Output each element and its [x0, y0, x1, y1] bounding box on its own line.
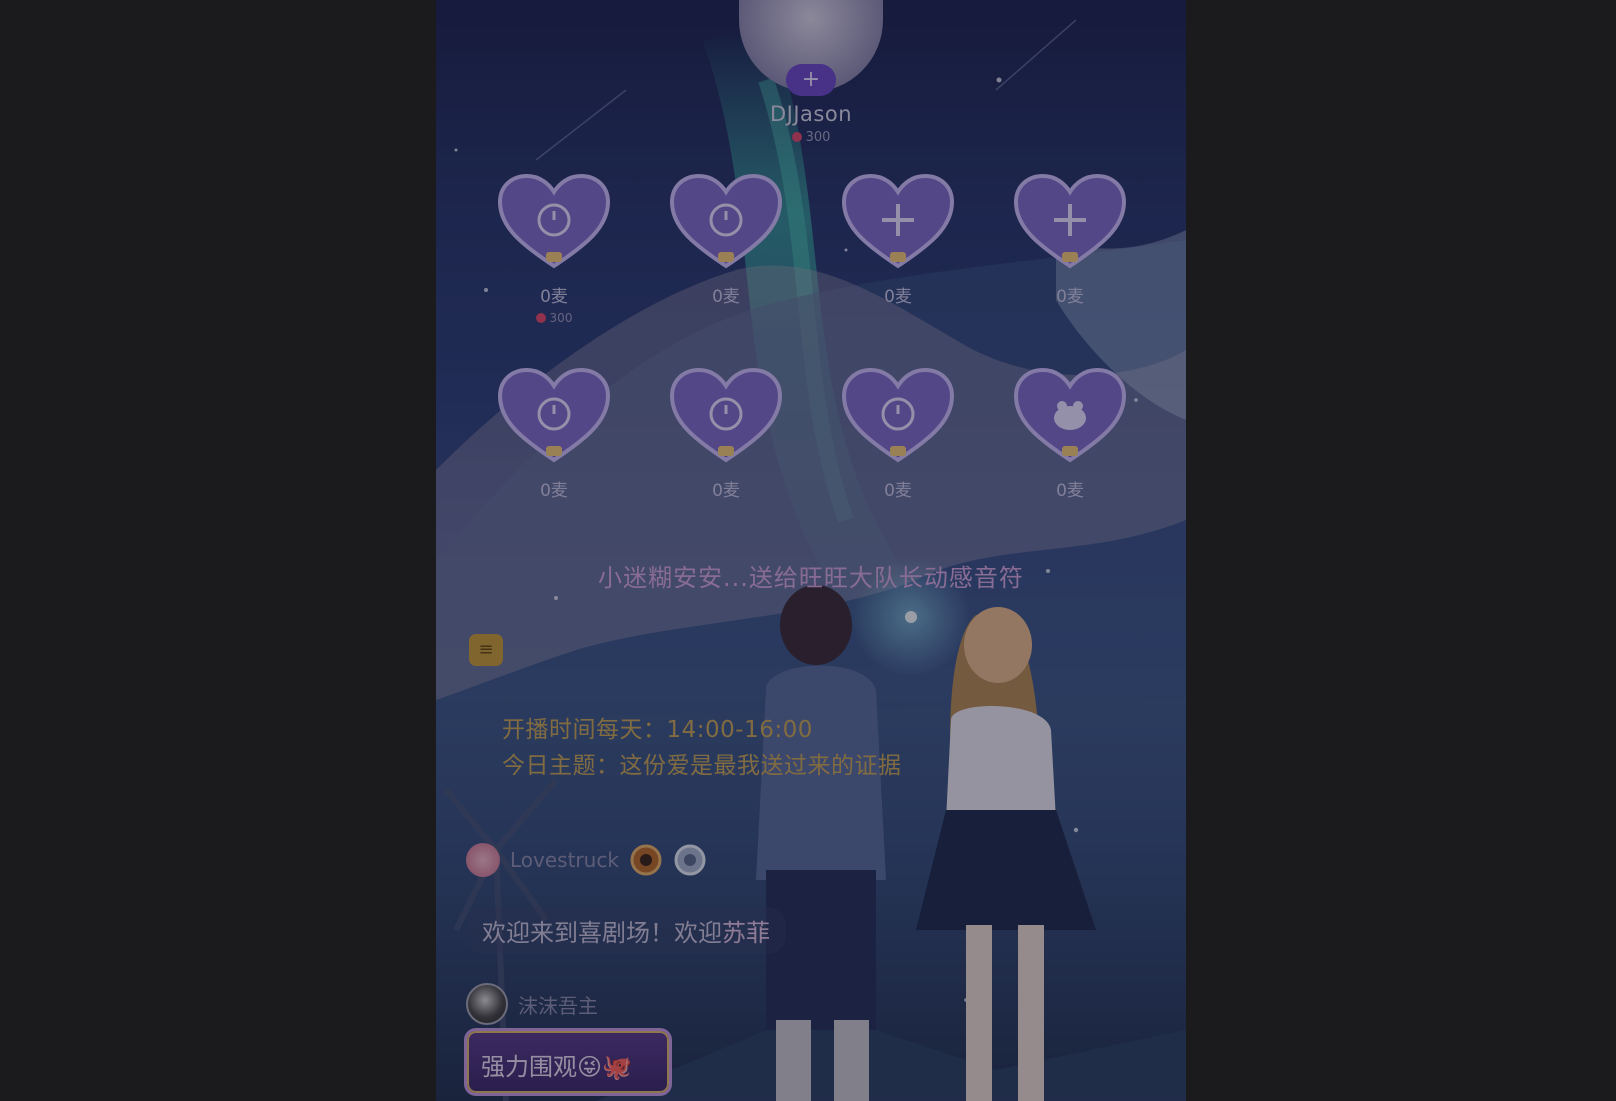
- chat-user-row[interactable]: 沫沫吾主: [466, 983, 598, 1025]
- seat-label: 0麦: [712, 481, 740, 501]
- avatar[interactable]: [466, 983, 508, 1025]
- follow-plus-button[interactable]: +: [786, 64, 836, 96]
- welcome-message: 欢迎来到喜剧场！欢迎苏菲: [466, 907, 786, 954]
- announcement-line: 开播时间每天：14:00-16:00: [502, 717, 813, 743]
- heart-seat-clock-icon: [841, 367, 955, 463]
- chat-bubble: 强力围观😜🐙: [464, 1028, 672, 1096]
- level-badge-icon: [630, 844, 662, 876]
- heart-seat-plus-icon: [1013, 173, 1127, 269]
- chat-username[interactable]: 沫沫吾主: [518, 990, 598, 1019]
- room-announcement: 开播时间每天：14:00-16:00 今日主题：这份爱是最我送过来的证据: [502, 712, 902, 784]
- mic-seat[interactable]: 0麦: [812, 170, 984, 348]
- heart-icon: [535, 313, 546, 323]
- gift-marquee: 小迷糊安安...送给旺旺大队长动感音符: [598, 564, 1024, 592]
- seat-label: 0麦: [1056, 481, 1084, 501]
- medal-badge-icon: [674, 844, 706, 876]
- heart-seat-clock-icon: [497, 173, 611, 269]
- announcement-line: 今日主题：这份爱是最我送过来的证据: [502, 753, 902, 779]
- announcement-icon[interactable]: ≡: [469, 634, 503, 666]
- heart-seat-frog-icon: [1013, 367, 1127, 463]
- mic-seat[interactable]: 0麦: [812, 364, 984, 542]
- heart-seat-clock-icon: [669, 367, 783, 463]
- live-room-screen: + DJJason 300 0麦 300 0麦 0麦 0麦 0麦 0麦 0麦 0…: [436, 0, 1186, 1101]
- seat-label: 0麦: [712, 287, 740, 307]
- host-score: 300: [726, 130, 896, 145]
- mic-seat[interactable]: 0麦: [640, 364, 812, 542]
- chat-user-row[interactable]: Lovestruck: [466, 843, 707, 877]
- mic-seat[interactable]: 0麦: [984, 364, 1156, 542]
- avatar[interactable]: [466, 843, 500, 877]
- seat-label: 0麦: [884, 481, 912, 501]
- chat-username[interactable]: Lovestruck: [510, 848, 619, 872]
- seat-score: 300: [468, 311, 640, 325]
- seat-label: 0麦: [1056, 287, 1084, 307]
- mic-seat-grid: 0麦 300 0麦 0麦 0麦 0麦 0麦 0麦 0麦: [468, 170, 1158, 542]
- mic-seat[interactable]: 0麦: [468, 364, 640, 542]
- host-name: DJJason: [769, 102, 853, 126]
- host-avatar[interactable]: +: [739, 0, 883, 96]
- mic-seat[interactable]: 0麦: [984, 170, 1156, 348]
- seat-label: 0麦: [540, 287, 568, 307]
- heart-icon: [791, 132, 802, 142]
- mic-seat[interactable]: 0麦: [640, 170, 812, 348]
- seat-label: 0麦: [540, 481, 568, 501]
- host-seat[interactable]: + DJJason 300: [726, 0, 896, 145]
- heart-seat-clock-icon: [669, 173, 783, 269]
- mic-seat[interactable]: 0麦 300: [468, 170, 640, 348]
- heart-seat-plus-icon: [841, 173, 955, 269]
- heart-seat-clock-icon: [497, 367, 611, 463]
- seat-label: 0麦: [884, 287, 912, 307]
